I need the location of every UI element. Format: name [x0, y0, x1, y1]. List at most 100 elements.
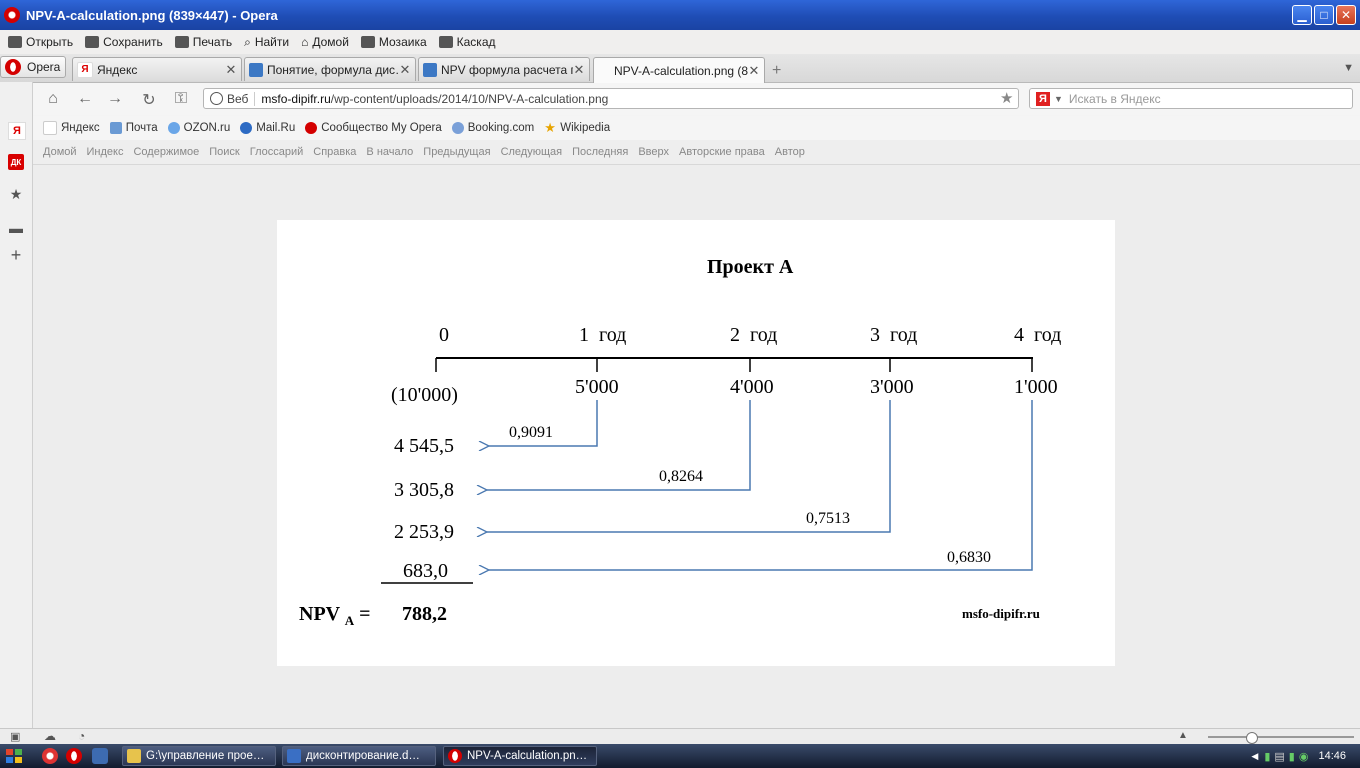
zoom-slider-thumb[interactable]	[1246, 732, 1258, 744]
start-button[interactable]	[4, 747, 28, 765]
tab-yandex[interactable]: Я Яндекс ✕	[72, 57, 242, 81]
yandex-panel-icon[interactable]: Я	[8, 122, 26, 140]
view-up-icon[interactable]: ▲	[1178, 730, 1188, 741]
link-up[interactable]: Вверх	[638, 146, 669, 158]
taskbar: G:\управление прое… дисконтирование.d… N…	[0, 744, 1360, 768]
panel-toggle-icon[interactable]: ▣	[10, 730, 20, 743]
star-icon: ★	[544, 120, 556, 135]
maximize-button[interactable]: □	[1314, 5, 1334, 25]
tab-list-chevron-icon[interactable]: ▼	[1343, 62, 1354, 74]
add-panel-icon[interactable]: +	[8, 245, 24, 265]
yandex-search-icon: Я	[1036, 91, 1050, 106]
bookmark-yandex[interactable]: Яндекс	[43, 121, 100, 135]
tray-expand-icon[interactable]: ◀	[1251, 751, 1258, 762]
network-icon[interactable]: ▮	[1264, 750, 1270, 763]
cloud-icon[interactable]: ☁	[44, 729, 56, 743]
search-engine-chevron-icon[interactable]: ▼	[1054, 94, 1063, 104]
cashflow-3: 3'000	[870, 376, 914, 398]
speedometer-icon[interactable]: ◔	[78, 729, 85, 743]
tab-npv-image[interactable]: NPV-A-calculation.png (8… ✕	[593, 57, 765, 83]
menu-save[interactable]: Сохранить	[85, 35, 163, 49]
minimize-button[interactable]: ▁	[1292, 5, 1312, 25]
menu-home[interactable]: ⌂ Домой	[301, 35, 349, 49]
bookmark-mail[interactable]: Почта	[109, 122, 158, 134]
menu-tile[interactable]: Мозаика	[360, 35, 427, 49]
factor-year1: 0,9091	[509, 424, 553, 441]
link-next[interactable]: Следующая	[501, 146, 563, 158]
tab-close-icon[interactable]: ✕	[399, 62, 411, 78]
bookmark-my-opera[interactable]: Сообщество My Opera	[305, 122, 442, 134]
search-field[interactable]: Я ▼ Искать в Яндекс	[1029, 88, 1353, 109]
language-flag-icon[interactable]: ▤	[1274, 750, 1284, 763]
envelope-icon	[109, 122, 122, 134]
address-field[interactable]: Веб msfo-dipifr.ru/wp-content/uploads/20…	[203, 88, 1019, 109]
back-icon[interactable]: ←	[75, 90, 95, 108]
link-search[interactable]: Поиск	[209, 146, 239, 158]
year-label-3: 3 год	[870, 324, 918, 346]
reload-icon[interactable]: ↻	[139, 90, 159, 110]
home-icon: ⌂	[301, 35, 309, 49]
discount-arrow-year4	[489, 400, 1033, 570]
key-icon[interactable]: ⚿	[171, 90, 191, 108]
diagram-title: Проект А	[707, 256, 794, 278]
tab-close-icon[interactable]: ✕	[225, 62, 237, 78]
link-glossary[interactable]: Глоссарий	[250, 146, 304, 158]
star-icon[interactable]: ★	[8, 186, 24, 202]
menu-bar: Открыть Сохранить Печать ⌕ Найти ⌂ Домой М…	[0, 30, 1360, 54]
bookmark-mailru[interactable]: Mail.Ru	[240, 122, 295, 134]
bookmark-booking[interactable]: Booking.com	[451, 122, 534, 134]
taskbar-item-opera[interactable]: NPV-A-calculation.pn…	[443, 746, 597, 766]
tab-close-icon[interactable]: ✕	[573, 62, 585, 78]
close-button[interactable]: ✕	[1336, 5, 1356, 25]
dk-panel-icon[interactable]: ДК	[8, 154, 24, 170]
folder-icon	[8, 36, 22, 48]
tab-npv-formula[interactable]: NPV формула расчета п… ✕	[418, 57, 590, 81]
word-doc-icon	[287, 749, 301, 763]
page-content: Проект А 0 1 год 2 год 3 год 4 год (10'0…	[33, 165, 1360, 728]
opera-icon	[305, 122, 318, 134]
factor-year2: 0,8264	[659, 468, 703, 485]
taskbar-item-explorer[interactable]: G:\управление прое…	[122, 746, 276, 766]
link-previous[interactable]: Предыдущая	[423, 146, 490, 158]
link-help[interactable]: Справка	[313, 146, 356, 158]
globe-icon	[451, 122, 464, 134]
taskbar-item-word[interactable]: дисконтирование.d…	[282, 746, 436, 766]
forward-icon[interactable]: →	[105, 90, 125, 108]
link-home[interactable]: Домой	[43, 146, 77, 158]
home-icon[interactable]: ⌂	[43, 90, 63, 108]
tab-close-icon[interactable]: ✕	[748, 63, 760, 79]
web-badge[interactable]: Веб	[204, 91, 256, 106]
opera-menu-button[interactable]: Opera	[0, 56, 66, 78]
menu-open[interactable]: Открыть	[8, 35, 73, 49]
opera-quicklaunch-icon[interactable]	[66, 748, 82, 764]
new-tab-icon[interactable]: +	[772, 62, 781, 80]
cashflow-1: 5'000	[575, 376, 619, 398]
signal-icon[interactable]: ▮	[1289, 750, 1295, 763]
desktop-quicklaunch-icon[interactable]	[92, 748, 108, 764]
link-index[interactable]: Индекс	[87, 146, 124, 158]
browser-quicklaunch-icon[interactable]	[42, 748, 58, 764]
link-first[interactable]: В начало	[366, 146, 413, 158]
discount-arrow-year2	[487, 400, 751, 490]
menu-cascade[interactable]: Каскад	[438, 35, 496, 49]
bookmark-star-icon[interactable]: ★	[1000, 89, 1013, 107]
windows-logo-icon	[6, 749, 22, 763]
menu-print[interactable]: Печать	[174, 35, 232, 49]
menu-find[interactable]: ⌕ Найти	[244, 35, 289, 50]
link-author[interactable]: Автор	[775, 146, 805, 158]
zoom-slider[interactable]	[1208, 732, 1354, 744]
bookmark-ozon[interactable]: OZON.ru	[167, 122, 230, 134]
link-contents[interactable]: Содержимое	[133, 146, 199, 158]
address-url[interactable]: msfo-dipifr.ru/wp-content/uploads/2014/1…	[261, 92, 608, 106]
bookmark-wikipedia[interactable]: ★ Wikipedia	[544, 120, 610, 135]
opera-logo-icon	[5, 59, 21, 75]
clock[interactable]: 14:46	[1318, 750, 1346, 762]
status-circle-icon[interactable]: ◉	[1299, 750, 1309, 763]
tab-concept[interactable]: Понятие, формула дис… ✕	[244, 57, 416, 81]
link-last[interactable]: Последняя	[572, 146, 628, 158]
pv-year3: 2 253,9	[394, 521, 454, 543]
notes-icon[interactable]: ▬	[8, 220, 24, 236]
link-copyright[interactable]: Авторские права	[679, 146, 765, 158]
year-label-4: 4 год	[1014, 324, 1062, 346]
cashflow-4: 1'000	[1014, 376, 1058, 398]
